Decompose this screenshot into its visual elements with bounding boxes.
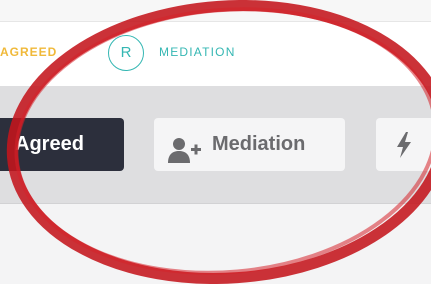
step-mediation-label: MEDIATION bbox=[159, 45, 236, 59]
quick-action-button[interactable] bbox=[376, 118, 431, 171]
step-agreed-label: AGREED bbox=[0, 45, 58, 59]
step-mediation-badge: R bbox=[108, 35, 144, 71]
agreed-button-label: Agreed bbox=[15, 133, 84, 155]
agreed-button[interactable]: Agreed bbox=[0, 118, 124, 171]
content-area bbox=[0, 204, 431, 284]
mediation-button[interactable]: Mediation bbox=[154, 118, 345, 171]
add-user-icon bbox=[168, 131, 202, 163]
actions-toolbar: Agreed Mediation bbox=[0, 86, 431, 204]
top-strip bbox=[0, 0, 431, 22]
mediation-button-label: Mediation bbox=[212, 133, 306, 155]
lightning-bolt-icon bbox=[396, 132, 412, 158]
screenshot-stage: AGREED R MEDIATION Agreed Mediation bbox=[0, 0, 431, 284]
